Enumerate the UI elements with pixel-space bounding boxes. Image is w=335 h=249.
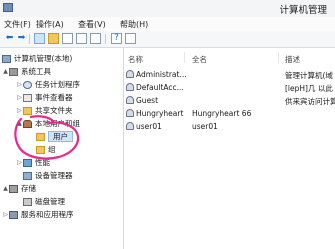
tree-item-label: 计算机管理(本地) — [14, 54, 73, 63]
annotation-circle — [14, 115, 80, 160]
toolbar-divider — [29, 34, 30, 44]
back-arrow-icon[interactable]: ⬅ — [4, 33, 15, 44]
column-header-fullname[interactable]: 全名 — [192, 54, 207, 65]
forward-arrow-icon[interactable]: ➡ — [16, 33, 27, 44]
table-row[interactable]: DefaultAcc... [lepH]几 以此 — [124, 82, 335, 93]
services-icon — [9, 210, 18, 219]
column-divider[interactable] — [184, 52, 185, 63]
cell-fullname: Hungryheart 66 — [192, 109, 252, 118]
toolbar: ⬅ ➡ ? — [0, 31, 335, 48]
expand-arrow-icon[interactable]: ▷ — [2, 211, 9, 218]
export-list-icon[interactable] — [90, 33, 101, 44]
clock-icon — [23, 80, 32, 89]
tree-item-label: 设备管理器 — [35, 171, 73, 180]
cell-name: Hungryheart — [136, 109, 184, 118]
computer-icon — [2, 54, 11, 63]
cell-description: 供来宾访问计算 — [285, 97, 335, 106]
tree-item-disk-management[interactable]: 磁盘管理 — [23, 196, 65, 207]
user-icon — [126, 70, 134, 78]
tree-item-storage[interactable]: ▲ 存储 — [2, 183, 36, 194]
event-log-icon — [23, 93, 32, 102]
menu-file[interactable]: 文件(F) — [4, 19, 31, 30]
tree-item-label: 任务计划程序 — [35, 80, 80, 89]
column-header-description[interactable]: 描述 — [285, 54, 300, 65]
cell-description: [lepH]几 以此 — [285, 84, 333, 93]
computer-management-icon — [3, 3, 13, 12]
menu-help[interactable]: 帮助(H) — [120, 19, 148, 30]
menu-view[interactable]: 查看(V) — [78, 19, 106, 30]
tree-item-computer-management[interactable]: 计算机管理(本地) — [2, 53, 72, 64]
tree-item-label: 磁盘管理 — [35, 197, 65, 206]
cell-fullname: user01 — [192, 122, 218, 131]
cell-name: DefaultAcc... — [136, 83, 184, 92]
tree-item-system-tools[interactable]: ▲ 系统工具 — [2, 66, 51, 77]
users-list: 名称 全名 描述 Administrat... 管理计算机(域 DefaultA… — [124, 48, 335, 249]
show-tree-icon[interactable] — [48, 33, 59, 44]
device-manager-icon — [23, 171, 32, 180]
user-icon — [126, 109, 134, 117]
collapse-arrow-icon[interactable]: ▲ — [2, 68, 9, 75]
tree-item-label: 服务和应用程序 — [21, 210, 74, 219]
properties-icon[interactable] — [62, 33, 73, 44]
column-header-name[interactable]: 名称 — [128, 54, 143, 65]
menu-bar: 文件(F) 操作(A) 查看(V) 帮助(H) — [0, 17, 335, 31]
user-icon — [126, 122, 134, 130]
expand-arrow-icon[interactable]: ▷ — [16, 81, 23, 88]
user-icon — [126, 83, 134, 91]
table-row[interactable]: Administrat... 管理计算机(域 — [124, 69, 335, 80]
tree-item-device-manager[interactable]: 设备管理器 — [23, 170, 73, 181]
menu-action[interactable]: 操作(A) — [36, 19, 64, 30]
tree-item-label: 事件查看器 — [35, 93, 73, 102]
tree-item-label: 存储 — [21, 184, 36, 193]
help-icon[interactable]: ? — [111, 33, 122, 44]
storage-icon — [9, 184, 18, 193]
tree-item-event-viewer[interactable]: ▷ 事件查看器 — [16, 92, 73, 103]
cell-name: Administrat... — [136, 70, 187, 79]
title-bar: 计算机管理 — [0, 0, 335, 18]
table-row[interactable]: Hungryheart Hungryheart 66 — [124, 108, 335, 119]
table-row[interactable]: user01 user01 — [124, 121, 335, 132]
tree-item-services-applications[interactable]: ▷ 服务和应用程序 — [2, 209, 74, 220]
action-pane-icon[interactable] — [125, 33, 136, 44]
window-title: 计算机管理 — [279, 5, 327, 16]
user-icon — [126, 96, 134, 104]
column-divider[interactable] — [278, 52, 279, 63]
table-row[interactable]: Guest 供来宾访问计算 — [124, 95, 335, 106]
cell-description: 管理计算机(域 — [285, 71, 333, 80]
expand-arrow-icon[interactable]: ▷ — [16, 94, 23, 101]
up-one-level-icon[interactable] — [34, 33, 45, 44]
tools-icon — [9, 67, 18, 76]
disk-icon — [23, 197, 32, 206]
collapse-arrow-icon[interactable]: ▲ — [2, 185, 9, 192]
refresh-icon[interactable] — [76, 33, 87, 44]
tree-item-label: 系统工具 — [21, 67, 51, 76]
cell-name: user01 — [136, 122, 162, 131]
toolbar-divider — [105, 34, 106, 44]
cell-name: Guest — [136, 96, 159, 105]
tree-item-task-scheduler[interactable]: ▷ 任务计划程序 — [16, 79, 80, 90]
